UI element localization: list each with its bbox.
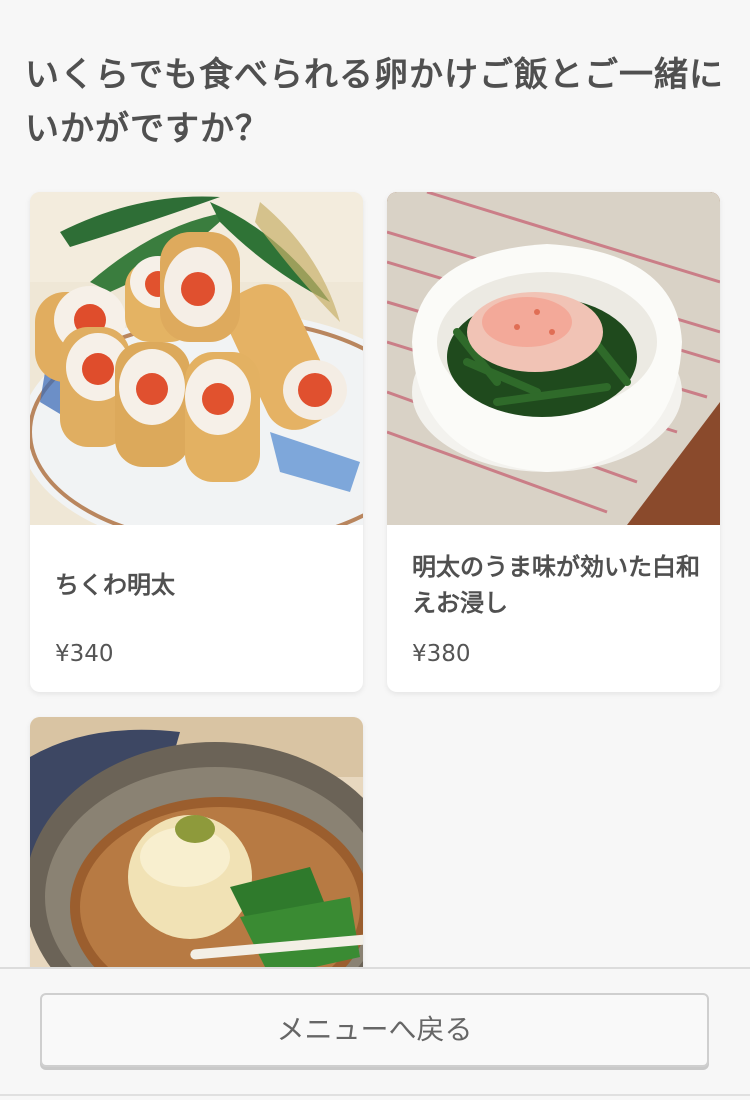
product-name: ちくわ明太 bbox=[55, 571, 175, 599]
product-price: ¥380 bbox=[412, 641, 471, 667]
footer-bar: メニューへ戻る bbox=[0, 967, 750, 1100]
back-to-menu-button[interactable]: メニューへ戻る bbox=[40, 993, 709, 1067]
product-card-simmered-turnip[interactable] bbox=[30, 717, 363, 977]
spinach-shiraae-photo bbox=[387, 192, 720, 525]
simmered-turnip-photo bbox=[30, 717, 363, 977]
product-card-chikuwa-mentai[interactable]: ちくわ明太 ¥340 bbox=[30, 192, 363, 692]
chikuwa-mentai-photo bbox=[30, 192, 363, 525]
product-price: ¥340 bbox=[55, 641, 114, 667]
page: いくらでも食べられる卵かけご飯とご一緒にいかがですか？ ちくわ明太 ¥340 明… bbox=[0, 0, 750, 1100]
product-card-shiraae-ohitashi[interactable]: 明太のうま味が効いた白和えお浸し ¥380 bbox=[387, 192, 720, 692]
product-name: 明太のうま味が効いた白和えお浸し bbox=[412, 553, 700, 617]
page-title: いくらでも食べられる卵かけご飯とご一緒にいかがですか？ bbox=[25, 55, 724, 149]
divider bbox=[0, 1094, 750, 1096]
